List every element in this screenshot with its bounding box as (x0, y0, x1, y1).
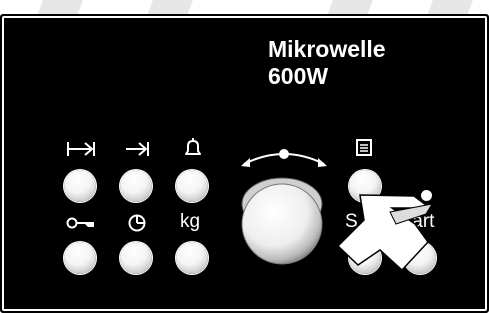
skip-next-button[interactable] (120, 170, 152, 202)
alarm-button[interactable] (176, 170, 208, 202)
child-lock-button[interactable] (64, 242, 96, 274)
arrow-to-bar-icon (120, 138, 160, 160)
key-icon (64, 212, 104, 234)
appliance-name: Mikrowelle (268, 36, 386, 62)
timer-button[interactable] (120, 242, 152, 274)
appliance-title: Mikrowelle 600W (268, 36, 386, 90)
bell-icon (176, 136, 216, 158)
press-arrow-icon (330, 190, 440, 280)
clock-icon (122, 212, 162, 234)
rotary-selector-knob[interactable] (236, 174, 328, 266)
weight-label: kg (180, 211, 201, 232)
skip-end-button[interactable] (64, 170, 96, 202)
memory-layers-icon (354, 137, 394, 159)
appliance-power: 600W (268, 63, 329, 89)
weight-button[interactable] (176, 242, 208, 274)
rotate-direction-icon (238, 142, 330, 172)
skip-to-end-icon (64, 138, 104, 160)
